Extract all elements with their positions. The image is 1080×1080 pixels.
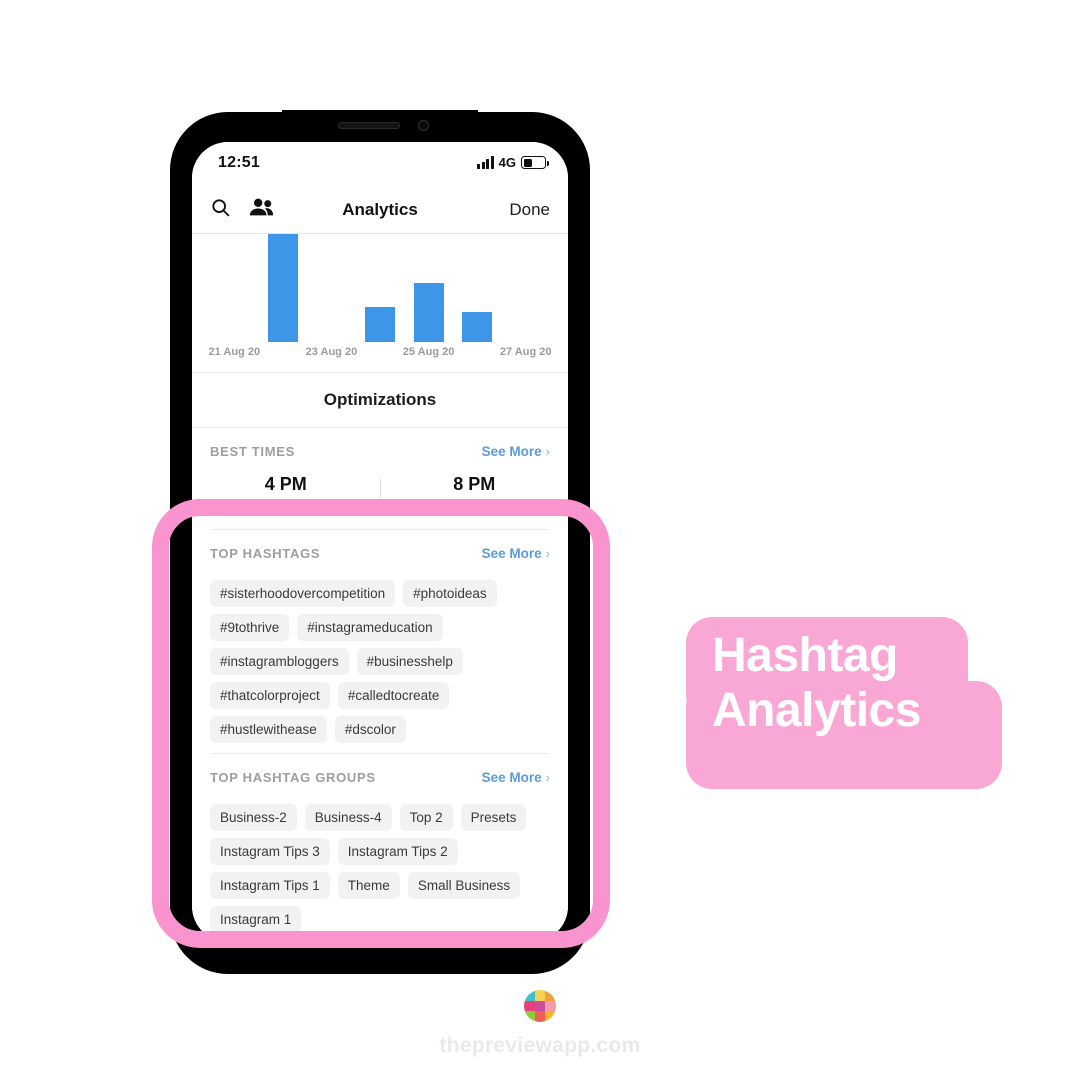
hashtag-bar-chart: 21 Aug 20 23 Aug 20 25 Aug 20 27 Aug 20 <box>192 234 568 372</box>
bar-chart-x-axis: 21 Aug 20 23 Aug 20 25 Aug 20 27 Aug 20 <box>208 342 552 368</box>
badge-text: Hashtag Analytics <box>712 629 1002 738</box>
top-hashtags-label: TOP HASHTAGS <box>210 545 321 561</box>
logo-tile <box>524 1011 535 1022</box>
hashtag-pill[interactable]: #sisterhoodovercompetition <box>210 580 396 607</box>
best-time-interaction: 8 PM User Interaction <box>381 474 569 513</box>
status-bar-indicators: 4G <box>477 155 549 170</box>
logo-tile <box>545 990 556 1001</box>
bar-chart-x-tick-label: 27 Aug 20 <box>499 346 552 358</box>
status-bar: 12:51 4G <box>192 142 568 186</box>
hashtag-group-pill[interactable]: Presets <box>460 804 527 831</box>
hashtag-pill[interactable]: #9tothrive <box>210 614 290 641</box>
best-time-post-value: 4 PM <box>264 474 307 494</box>
hashtag-pill[interactable]: #calledtocreate <box>337 682 450 709</box>
chevron-right-icon: › <box>545 545 550 561</box>
status-bar-clock: 12:51 <box>218 154 260 171</box>
best-times-see-more-link[interactable]: See More › <box>482 444 550 459</box>
see-more-label: See More <box>481 443 542 459</box>
bar-chart-bar <box>462 311 493 342</box>
hashtag-group-pill[interactable]: Top 2 <box>399 804 453 831</box>
bar-chart-bar <box>413 282 444 342</box>
top-hashtag-groups-header: TOP HASHTAG GROUPS See More › <box>192 754 568 800</box>
hashtag-pill[interactable]: #thatcolorproject <box>210 682 330 709</box>
logo-tile <box>545 1000 556 1012</box>
search-icon[interactable] <box>210 197 231 223</box>
hashtag-group-pill[interactable]: Business-2 <box>210 804 297 831</box>
analytics-scroll-body[interactable]: 21 Aug 20 23 Aug 20 25 Aug 20 27 Aug 20 Opt… <box>192 234 568 942</box>
watermark-site-label: thepreviewapp.com <box>439 1034 641 1057</box>
hashtag-pill[interactable]: #dscolor <box>334 716 406 743</box>
people-icon[interactable] <box>249 197 274 222</box>
earpiece-speaker <box>338 122 400 129</box>
best-times-values: 4 PM Post 8 PM User Interaction <box>192 474 568 529</box>
bar-chart-x-tick-label: 25 Aug 20 <box>402 346 455 358</box>
bar-chart-bar <box>267 234 298 342</box>
watermark: thepreviewapp.com <box>0 990 1080 1058</box>
phone-screen: 12:51 4G Analytics Done 21 Aug 20 23 Aug… <box>192 142 568 942</box>
top-hashtag-groups-see-more-link[interactable]: See More › <box>482 770 550 785</box>
logo-tile <box>524 990 535 1001</box>
see-more-label: See More <box>481 769 542 785</box>
hashtag-group-pill[interactable]: Theme <box>337 872 400 899</box>
best-time-interaction-caption: User Interaction <box>428 498 521 513</box>
nav-bar-left-actions <box>192 197 274 223</box>
hashtag-pill[interactable]: #instagrameducation <box>297 614 443 641</box>
top-hashtags-header: TOP HASHTAGS See More › <box>192 530 568 576</box>
top-hashtags-list: #sisterhoodovercompetition #photoideas #9t… <box>192 576 568 753</box>
preview-app-logo-icon <box>524 990 556 1022</box>
bar-chart-x-tick-label: 21 Aug 20 <box>208 346 261 358</box>
badge-line-2: Analytics <box>712 683 921 737</box>
badge-line-1: Hashtag <box>712 629 898 682</box>
top-hashtag-groups-list: Business-2 Business-4 Top 2 Presets Instagra… <box>192 800 568 942</box>
hashtag-pill[interactable]: #businesshelp <box>356 648 463 675</box>
logo-tile <box>534 1011 546 1022</box>
optimizations-section-title: Optimizations <box>192 372 568 428</box>
phone-notch <box>282 110 478 142</box>
bar-chart-x-tick-label: 23 Aug 20 <box>305 346 358 358</box>
network-type-label: 4G <box>498 155 516 170</box>
best-time-post-caption: Post <box>272 498 299 513</box>
top-hashtag-groups-label: TOP HASHTAG GROUPS <box>210 769 376 785</box>
hashtag-group-pill[interactable]: Instagram 1 <box>210 906 302 933</box>
best-times-label: BEST TIMES <box>210 443 296 459</box>
hashtag-group-pill[interactable]: Small Business <box>407 872 521 899</box>
hashtag-analytics-badge: Hashtag Analytics <box>686 617 1002 789</box>
phone-mockup: 12:51 4G Analytics Done 21 Aug 20 23 Aug… <box>170 110 590 974</box>
front-camera-icon <box>418 120 429 131</box>
best-time-post: 4 PM Post <box>192 474 380 513</box>
best-times-header: BEST TIMES See More › <box>192 428 568 474</box>
signal-bars-icon <box>477 156 494 169</box>
logo-tile <box>524 1000 535 1012</box>
canvas: 12:51 4G Analytics Done 21 Aug 20 23 Aug… <box>0 0 1080 1080</box>
hashtag-pill[interactable]: #photoideas <box>403 580 497 607</box>
logo-tile <box>534 990 546 1001</box>
best-time-interaction-value: 8 PM <box>453 474 496 494</box>
hashtag-group-pill[interactable]: Instagram Tips 2 <box>337 838 458 865</box>
see-more-label: See More <box>481 545 542 561</box>
logo-tile <box>545 1011 556 1022</box>
chevron-right-icon: › <box>545 443 550 459</box>
nav-bar: Analytics Done <box>192 186 568 234</box>
hashtag-group-pill[interactable]: Instagram Tips 1 <box>210 872 330 899</box>
top-hashtags-see-more-link[interactable]: See More › <box>482 546 550 561</box>
hashtag-pill[interactable]: #instagrambloggers <box>210 648 349 675</box>
bar-chart-plot-area <box>210 234 550 342</box>
logo-tile <box>534 1000 546 1012</box>
hashtag-pill[interactable]: #hustlewithease <box>210 716 327 743</box>
done-button[interactable]: Done <box>509 200 550 220</box>
hashtag-group-pill[interactable]: Business-4 <box>304 804 392 831</box>
bar-chart-bar <box>364 307 396 342</box>
chevron-right-icon: › <box>545 769 550 785</box>
battery-icon <box>521 156 549 169</box>
hashtag-group-pill[interactable]: Instagram Tips 3 <box>210 838 330 865</box>
